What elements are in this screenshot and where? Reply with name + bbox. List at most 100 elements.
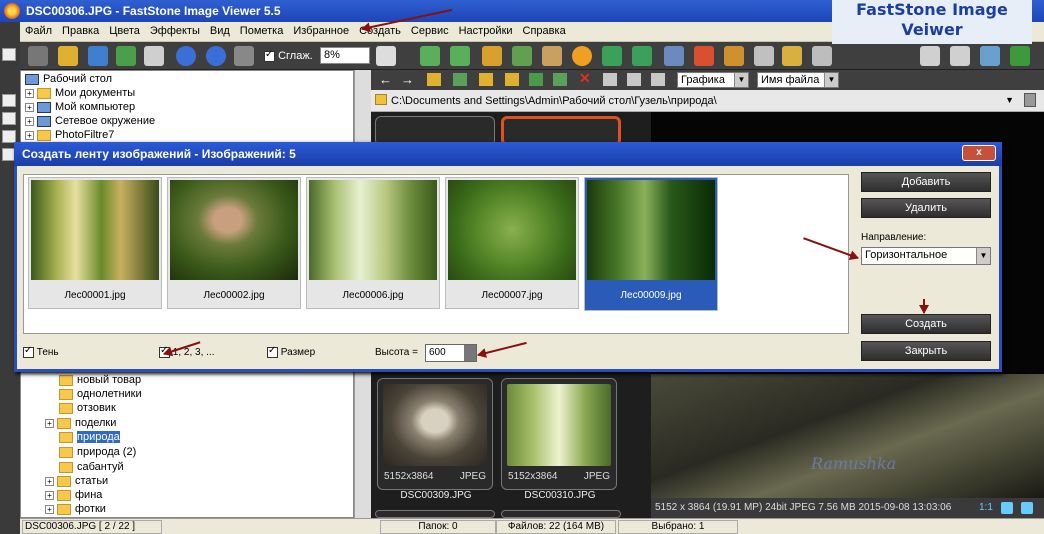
thumbnail[interactable]: [501, 510, 621, 518]
zoom-in-icon[interactable]: [176, 46, 196, 66]
path-bar[interactable]: C:\Documents and Settings\Admin\Рабочий …: [371, 90, 1044, 112]
layout-1-icon[interactable]: [920, 46, 940, 66]
hand-tool-icon[interactable]: [376, 46, 396, 66]
menu-tools[interactable]: Сервис: [406, 22, 454, 40]
move-to-icon[interactable]: [529, 73, 543, 86]
strip-button[interactable]: [2, 48, 16, 61]
folder-icon[interactable]: [782, 46, 802, 66]
scan-icon[interactable]: [754, 46, 774, 66]
printer-icon[interactable]: [812, 46, 832, 66]
tree-item[interactable]: + поделки: [45, 417, 116, 429]
add-button[interactable]: Добавить: [861, 172, 991, 192]
layout-2-icon[interactable]: [950, 46, 970, 66]
tree-item[interactable]: сабантуй: [59, 461, 124, 473]
tree-item[interactable]: + PhotoFiltre7: [25, 129, 114, 141]
up-folder-icon[interactable]: [427, 73, 441, 86]
sort-select[interactable]: Имя файла ▼: [757, 72, 839, 88]
delete-icon[interactable]: ✕: [579, 70, 591, 87]
copy-to-icon[interactable]: [505, 73, 519, 86]
strip-button[interactable]: [2, 112, 16, 125]
zoom-out-icon[interactable]: [206, 46, 226, 66]
camera-icon[interactable]: [28, 46, 48, 66]
new-folder-icon[interactable]: [479, 73, 493, 86]
details-icon[interactable]: [651, 73, 665, 86]
chevron-down-icon[interactable]: ▼: [1005, 95, 1014, 105]
expand-icon[interactable]: +: [25, 88, 34, 98]
tree-item[interactable]: природа (2): [59, 446, 136, 458]
filter-select[interactable]: Графика ▼: [677, 72, 749, 88]
menu-colors[interactable]: Цвета: [104, 22, 145, 40]
undo-icon[interactable]: [602, 46, 622, 66]
tree-item[interactable]: однолетники: [59, 388, 142, 400]
tree-item[interactable]: отзовик: [59, 402, 116, 414]
direction-select[interactable]: Горизонтальное ▼: [861, 247, 991, 265]
tree-item[interactable]: + Мои документы: [25, 87, 135, 99]
menu-view[interactable]: Вид: [205, 22, 235, 40]
tree-item[interactable]: + Сетевое окружение: [25, 115, 155, 127]
view-mode-icon[interactable]: [627, 73, 641, 86]
select-all-icon[interactable]: [603, 73, 617, 86]
menu-settings[interactable]: Настройки: [454, 22, 518, 40]
create-button[interactable]: Создать: [861, 314, 991, 334]
trash-icon[interactable]: [1024, 93, 1036, 107]
tree-item[interactable]: Рабочий стол: [25, 73, 112, 85]
tree-item[interactable]: + статьи: [45, 475, 108, 487]
close-icon[interactable]: x: [962, 145, 996, 161]
height-spinner[interactable]: 600: [425, 344, 477, 362]
forward-icon[interactable]: →: [401, 72, 414, 87]
menu-tag[interactable]: Пометка: [235, 22, 289, 40]
fullscreen-icon[interactable]: [1021, 502, 1033, 514]
spinner-arrows-icon[interactable]: [464, 345, 476, 361]
smooth-checkbox[interactable]: [264, 49, 275, 62]
slideshow-icon[interactable]: [694, 46, 714, 66]
fit-icon[interactable]: [234, 46, 254, 66]
redo-icon[interactable]: [632, 46, 652, 66]
delete-button[interactable]: Удалить: [861, 198, 991, 218]
strip-image-card[interactable]: Лес00007.jpg: [445, 177, 579, 309]
thumbnail[interactable]: [375, 510, 495, 518]
strip-image-card-selected[interactable]: Лес00009.jpg: [584, 177, 718, 311]
layout-3-icon[interactable]: [980, 46, 1000, 66]
adjust-icon[interactable]: [542, 46, 562, 66]
copy-icon[interactable]: [144, 46, 164, 66]
tree-item[interactable]: новый товар: [59, 374, 141, 386]
zoom-ratio[interactable]: 1:1: [979, 502, 993, 513]
tree-item[interactable]: + фина: [45, 489, 102, 501]
rename-icon[interactable]: [553, 73, 567, 86]
thumbnail[interactable]: 5152x3864 JPEG: [501, 378, 617, 490]
strip-button[interactable]: [2, 94, 16, 107]
expand-icon[interactable]: +: [45, 476, 54, 486]
strip-image-card[interactable]: Лес00002.jpg: [167, 177, 301, 309]
email-icon[interactable]: [724, 46, 744, 66]
menu-edit[interactable]: Правка: [57, 22, 104, 40]
resize-icon[interactable]: [512, 46, 532, 66]
print-icon[interactable]: [116, 46, 136, 66]
crop-icon[interactable]: [482, 46, 502, 66]
expand-icon[interactable]: +: [45, 504, 54, 514]
tree-item-selected[interactable]: природа: [59, 431, 120, 443]
expand-icon[interactable]: +: [25, 130, 34, 140]
fullscreen-icon[interactable]: [1010, 46, 1030, 66]
rotate-right-icon[interactable]: [450, 46, 470, 66]
refresh-icon[interactable]: [453, 73, 467, 86]
compare-icon[interactable]: [664, 46, 684, 66]
expand-icon[interactable]: +: [45, 418, 54, 428]
tree-item[interactable]: + Мой компьютер: [25, 101, 135, 113]
expand-icon[interactable]: +: [25, 116, 34, 126]
open-folder-icon[interactable]: [58, 46, 78, 66]
effects-icon[interactable]: [572, 46, 592, 66]
tree-item[interactable]: + фотки: [45, 503, 106, 515]
shadow-checkbox[interactable]: [23, 345, 34, 358]
close-button[interactable]: Закрыть: [861, 341, 991, 361]
menu-file[interactable]: Файл: [20, 22, 57, 40]
fit-window-icon[interactable]: [1001, 502, 1013, 514]
strip-image-card[interactable]: Лес00001.jpg: [28, 177, 162, 309]
save-icon[interactable]: [88, 46, 108, 66]
expand-icon[interactable]: +: [25, 102, 34, 112]
menu-favorites[interactable]: Избранное: [288, 22, 354, 40]
menu-help[interactable]: Справка: [518, 22, 571, 40]
strip-image-card[interactable]: Лес00006.jpg: [306, 177, 440, 309]
back-icon[interactable]: ←: [379, 72, 392, 87]
thumbnail[interactable]: 5152x3864 JPEG: [377, 378, 493, 490]
rotate-left-icon[interactable]: [420, 46, 440, 66]
